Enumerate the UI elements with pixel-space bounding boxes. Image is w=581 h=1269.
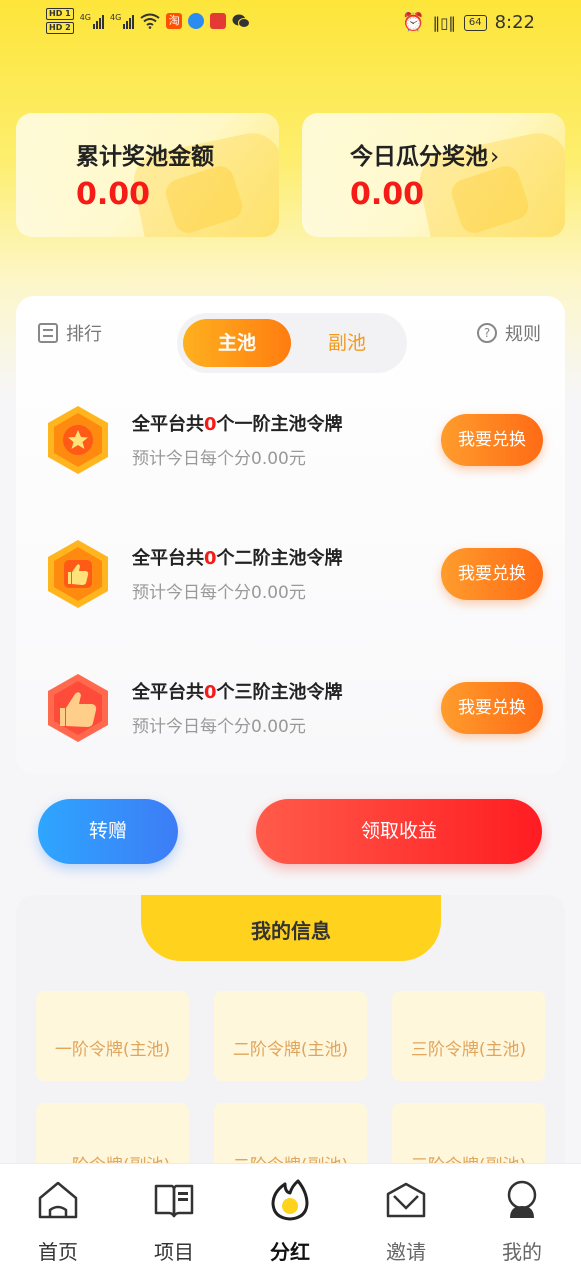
hd1-badge: HD 1 (46, 8, 74, 20)
wifi-icon (140, 13, 160, 29)
token-title-suffix: 个一阶主池令牌 (216, 414, 343, 435)
token-estimate: 预计今日每个分0.00元 (132, 717, 306, 737)
list-item: 全平台共0个三阶主池令牌 预计今日每个分0.00元 我要兑换 (16, 660, 565, 760)
signal-icon-2: 4G (109, 13, 135, 29)
today-pool-title: 今日瓜分奖池 (350, 144, 488, 170)
exchange-button[interactable]: 我要兑换 (441, 682, 543, 734)
today-pool-title-row: 今日瓜分奖池› (350, 137, 499, 171)
token-title-prefix: 全平台共 (132, 548, 204, 569)
token-title-prefix: 全平台共 (132, 682, 204, 703)
total-pool-title: 累计奖池金额 (76, 144, 214, 170)
token-cell-label: 二阶令牌(主池) (232, 1040, 349, 1060)
envelope-icon (386, 1182, 426, 1218)
signal-icon: 4G (80, 13, 104, 29)
nav-projects[interactable]: 项目 (116, 1164, 232, 1269)
battery-icon: 64 (463, 14, 487, 31)
token-title-suffix: 个二阶主池令牌 (216, 548, 343, 569)
today-pool-card[interactable]: 今日瓜分奖池› 0.00 (302, 113, 565, 237)
tab-main-pool[interactable]: 主池 (183, 319, 291, 367)
hd2-badge: HD 2 (46, 22, 74, 34)
thumbs-up-medal-icon (48, 540, 108, 608)
token-title-suffix: 个三阶主池令牌 (216, 682, 343, 703)
nav-label: 项目 (154, 1240, 194, 1264)
my-info-title: 我的信息 (251, 919, 331, 943)
nav-invite[interactable]: 邀请 (348, 1164, 464, 1269)
nav-label: 我的 (502, 1240, 542, 1264)
nav-label: 分红 (270, 1240, 310, 1264)
browser-app-icon (188, 13, 205, 29)
help-icon: ? (477, 323, 497, 343)
token-title: 全平台共0个二阶主池令牌 (132, 544, 343, 570)
token-estimate: 预计今日每个分0.00元 (132, 583, 306, 603)
home-icon (38, 1181, 78, 1219)
net2-label: 4G (109, 13, 122, 22)
token-cell: 一阶令牌(主池) (36, 991, 189, 1081)
notification-app-icon (210, 13, 227, 29)
list-icon (38, 323, 58, 343)
token-cell-label: 一阶令牌(主池) (54, 1040, 171, 1060)
list-item: 全平台共0个一阶主池令牌 预计今日每个分0.00元 我要兑换 (16, 392, 565, 492)
status-left: HD 1 HD 2 4G 4G 淘 (46, 8, 251, 34)
token-title: 全平台共0个一阶主池令牌 (132, 410, 343, 436)
flame-icon (271, 1179, 309, 1221)
token-count: 0 (204, 548, 217, 569)
total-pool-value: 0.00 (76, 177, 151, 212)
token-count: 0 (204, 682, 217, 703)
list-item: 全平台共0个二阶主池令牌 预计今日每个分0.00元 我要兑换 (16, 526, 565, 626)
chevron-right-icon: › (490, 144, 500, 170)
pool-tabs: 主池 副池 (177, 313, 407, 373)
net1-label: 4G (79, 13, 91, 22)
bottom-nav: 首页 项目 分红 邀请 我的 (0, 1163, 581, 1269)
status-bar: HD 1 HD 2 4G 4G 淘 ⏰ ‖▯‖ 64 8:22 (0, 0, 581, 44)
my-info-header: 我的信息 (141, 895, 441, 961)
total-pool-card: 累计奖池金额 0.00 (16, 113, 279, 237)
token-count: 0 (204, 414, 217, 435)
rules-label: 规则 (505, 324, 541, 345)
token-title-prefix: 全平台共 (132, 414, 204, 435)
today-pool-value: 0.00 (350, 177, 425, 212)
exchange-button[interactable]: 我要兑换 (441, 414, 543, 466)
gift-button[interactable]: 转赠 (38, 799, 178, 864)
status-right: ⏰ ‖▯‖ 64 8:22 (402, 12, 535, 33)
star-medal-icon (48, 406, 108, 474)
token-estimate: 预计今日每个分0.00元 (132, 449, 306, 469)
token-title: 全平台共0个三阶主池令牌 (132, 678, 343, 704)
nav-label: 邀请 (386, 1240, 426, 1264)
token-cell: 三阶令牌(主池) (392, 991, 545, 1081)
taobao-app-icon: 淘 (166, 13, 183, 29)
vibrate-icon: ‖▯‖ (432, 13, 456, 32)
hd-badges: HD 1 HD 2 (46, 8, 74, 34)
my-info-panel: 我的信息 一阶令牌(主池) 二阶令牌(主池) 三阶令牌(主池) 一阶令牌(副池)… (16, 895, 565, 1185)
nav-label: 首页 (38, 1240, 78, 1264)
big-thumbs-up-medal-icon (48, 674, 108, 742)
user-icon (507, 1180, 537, 1218)
exchange-button[interactable]: 我要兑换 (441, 548, 543, 600)
nav-dividend[interactable]: 分红 (232, 1164, 348, 1269)
token-cell-label: 三阶令牌(主池) (410, 1040, 527, 1060)
nav-me[interactable]: 我的 (464, 1164, 580, 1269)
alarm-icon: ⏰ (402, 12, 425, 33)
tab-sub-pool[interactable]: 副池 (293, 319, 401, 367)
rules-link[interactable]: ? 规则 (477, 320, 541, 346)
clock: 8:22 (494, 12, 535, 33)
claim-earnings-button[interactable]: 领取收益 (256, 799, 542, 864)
token-cell: 二阶令牌(主池) (214, 991, 367, 1081)
nav-home[interactable]: 首页 (0, 1164, 116, 1269)
wechat-icon (232, 14, 251, 28)
book-icon (154, 1184, 194, 1218)
rank-link[interactable]: 排行 (38, 320, 102, 346)
rank-label: 排行 (66, 324, 102, 345)
token-panel: 排行 主池 副池 ? 规则 全平台共0个一阶主池令牌 预计今日每个分0.00元 … (16, 296, 565, 774)
